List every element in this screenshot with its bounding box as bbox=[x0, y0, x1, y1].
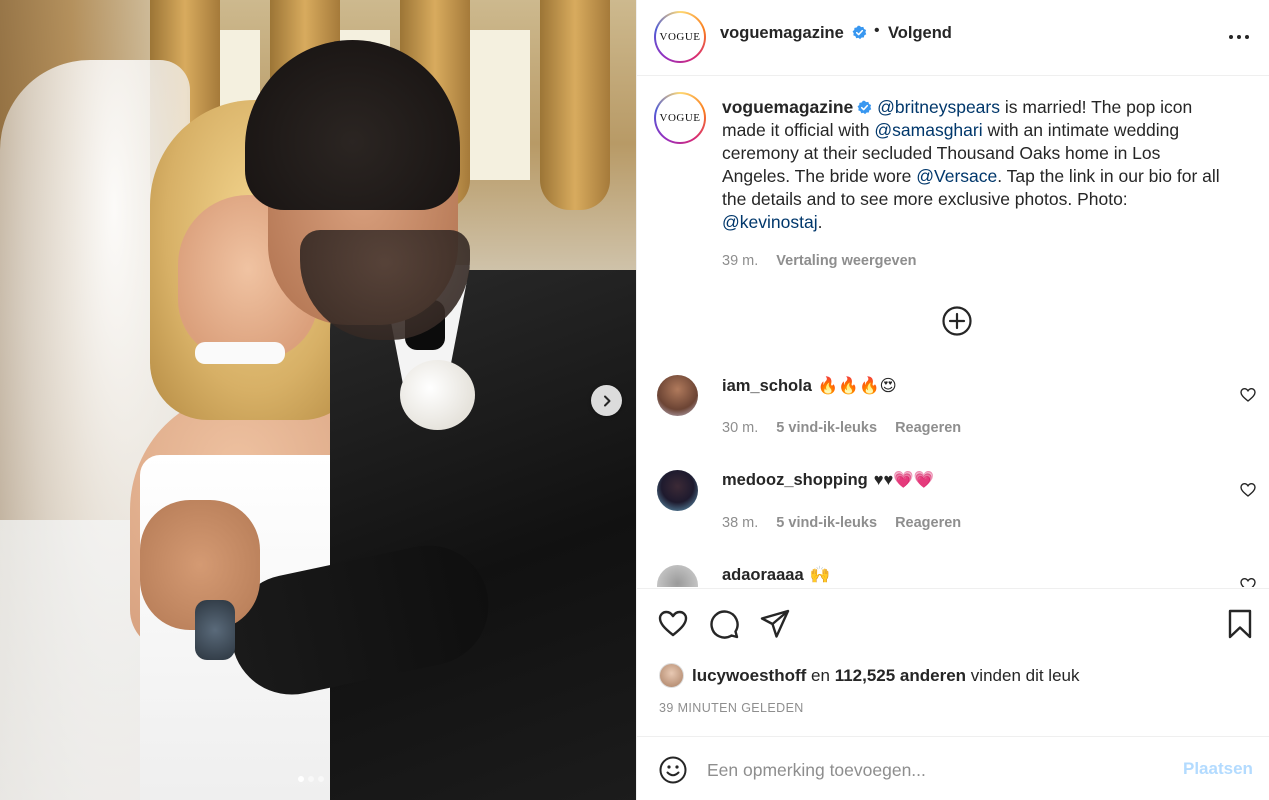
comment-username-text[interactable]: medooz_shopping bbox=[722, 471, 868, 489]
comment-username: medooz_shopping ♥♥💗💗 bbox=[722, 471, 934, 490]
comment-text: 🙌 bbox=[809, 566, 831, 584]
comment-item: adaoraaaa 🙌 bbox=[637, 557, 1269, 587]
heart-icon[interactable] bbox=[1240, 387, 1256, 403]
comments-feed[interactable]: VOGUE voguemagazine @britneyspears is ma… bbox=[637, 77, 1269, 587]
heart-icon[interactable] bbox=[1240, 577, 1256, 587]
post-actions: lucywoesthoff en 112,525 anderen vinden … bbox=[637, 588, 1269, 736]
carousel-dot bbox=[318, 776, 324, 782]
photo-curtain bbox=[540, 0, 610, 210]
verified-badge-icon bbox=[857, 100, 872, 115]
likes-count[interactable]: 112,525 anderen bbox=[835, 666, 966, 686]
comment-bubble-icon[interactable] bbox=[708, 608, 740, 640]
comment-username-text[interactable]: adaoraaaa bbox=[722, 566, 804, 584]
boutonniere bbox=[400, 360, 475, 430]
caption-mention-link[interactable]: @britneyspears bbox=[877, 97, 1000, 117]
comment-avatar[interactable] bbox=[657, 565, 698, 587]
comment-text: 🔥🔥🔥😍 bbox=[817, 377, 897, 395]
plus-circle-icon[interactable] bbox=[941, 305, 973, 337]
comment-item: iam_schola 🔥🔥🔥😍 30 m. 5 vind-ik-leuks Rea… bbox=[637, 367, 1269, 462]
comment-username: adaoraaaa 🙌 bbox=[722, 566, 830, 585]
liker-avatar[interactable] bbox=[659, 663, 684, 688]
post-comment-button[interactable]: Plaatsen bbox=[1183, 759, 1253, 779]
likes-suffix: vinden dit leuk bbox=[970, 665, 1080, 685]
caption-username[interactable]: voguemagazine bbox=[722, 97, 853, 117]
photo-window bbox=[470, 30, 530, 180]
caption-body: @britneyspears is married! The pop icon … bbox=[722, 97, 1220, 232]
comment-reply-button[interactable]: Reageren bbox=[895, 420, 961, 436]
caption-avatar-logo: VOGUE bbox=[656, 94, 704, 142]
smiley-icon[interactable] bbox=[658, 755, 688, 785]
heart-icon[interactable] bbox=[657, 608, 689, 640]
heart-icon[interactable] bbox=[1240, 482, 1256, 498]
following-button[interactable]: Volgend bbox=[888, 24, 952, 43]
comment-time: 30 m. bbox=[722, 420, 759, 436]
bride-choker bbox=[195, 342, 285, 364]
comment-reply-button[interactable]: Reageren bbox=[895, 515, 961, 531]
caption-text: voguemagazine @britneyspears is married!… bbox=[722, 96, 1232, 234]
carousel-next-button[interactable] bbox=[591, 385, 622, 416]
comment-username-text[interactable]: iam_schola bbox=[722, 377, 812, 395]
comment-input[interactable] bbox=[707, 755, 1167, 785]
chevron-right-icon bbox=[603, 395, 610, 406]
caption-meta: 39 m. Vertaling weergeven bbox=[722, 253, 917, 269]
likes-summary: lucywoesthoff en 112,525 anderen vinden … bbox=[659, 663, 1079, 688]
caption-mention-link[interactable]: @kevinostaj bbox=[722, 212, 818, 232]
groom-suit bbox=[330, 270, 636, 800]
paper-plane-icon[interactable] bbox=[759, 608, 791, 640]
carousel-indicator bbox=[298, 776, 324, 782]
account-avatar-logo: VOGUE bbox=[656, 13, 704, 61]
comment-likes-link[interactable]: 5 vind-ik-leuks bbox=[776, 515, 877, 531]
account-username[interactable]: voguemagazine bbox=[720, 24, 867, 43]
comment-text: ♥♥💗💗 bbox=[873, 471, 935, 489]
caption-mention-link[interactable]: @Versace bbox=[916, 166, 997, 186]
liker-username[interactable]: lucywoesthoff bbox=[692, 666, 806, 686]
comment-time: 38 m. bbox=[722, 515, 759, 531]
post-photo[interactable] bbox=[0, 0, 636, 800]
add-comment-bar: Plaatsen bbox=[637, 736, 1269, 800]
comment-item: medooz_shopping ♥♥💗💗 38 m. 5 vind-ik-leuk… bbox=[637, 462, 1269, 557]
more-options-icon[interactable] bbox=[1227, 28, 1251, 46]
post-header: VOGUE voguemagazine • Volgend bbox=[637, 0, 1269, 76]
carousel-dot bbox=[298, 776, 304, 782]
comment-avatar[interactable] bbox=[657, 375, 698, 416]
caption-text-segment: . bbox=[817, 212, 823, 232]
caption-avatar[interactable]: VOGUE bbox=[654, 92, 706, 144]
bookmark-icon[interactable] bbox=[1224, 608, 1256, 640]
header-separator: • bbox=[874, 22, 880, 39]
post-timestamp: 39 MINUTEN GELEDEN bbox=[659, 701, 804, 715]
post-side-panel: VOGUE voguemagazine • Volgend VOGUE vogu… bbox=[636, 0, 1269, 800]
comment-meta: 38 m. 5 vind-ik-leuks Reageren bbox=[722, 515, 961, 531]
caption-time: 39 m. bbox=[722, 253, 759, 269]
comment-username: iam_schola 🔥🔥🔥😍 bbox=[722, 376, 897, 396]
carousel-dot bbox=[308, 776, 314, 782]
wristwatch bbox=[195, 600, 235, 660]
comment-meta: 30 m. 5 vind-ik-leuks Reageren bbox=[722, 420, 961, 436]
verified-badge-icon bbox=[852, 25, 867, 40]
account-username-text[interactable]: voguemagazine bbox=[720, 24, 844, 42]
account-avatar[interactable]: VOGUE bbox=[654, 11, 706, 63]
comment-avatar[interactable] bbox=[657, 470, 698, 511]
caption-mention-link[interactable]: @samasghari bbox=[874, 120, 982, 140]
see-translation-button[interactable]: Vertaling weergeven bbox=[776, 253, 916, 269]
comment-likes-link[interactable]: 5 vind-ik-leuks bbox=[776, 420, 877, 436]
likes-connector: en bbox=[811, 665, 830, 685]
